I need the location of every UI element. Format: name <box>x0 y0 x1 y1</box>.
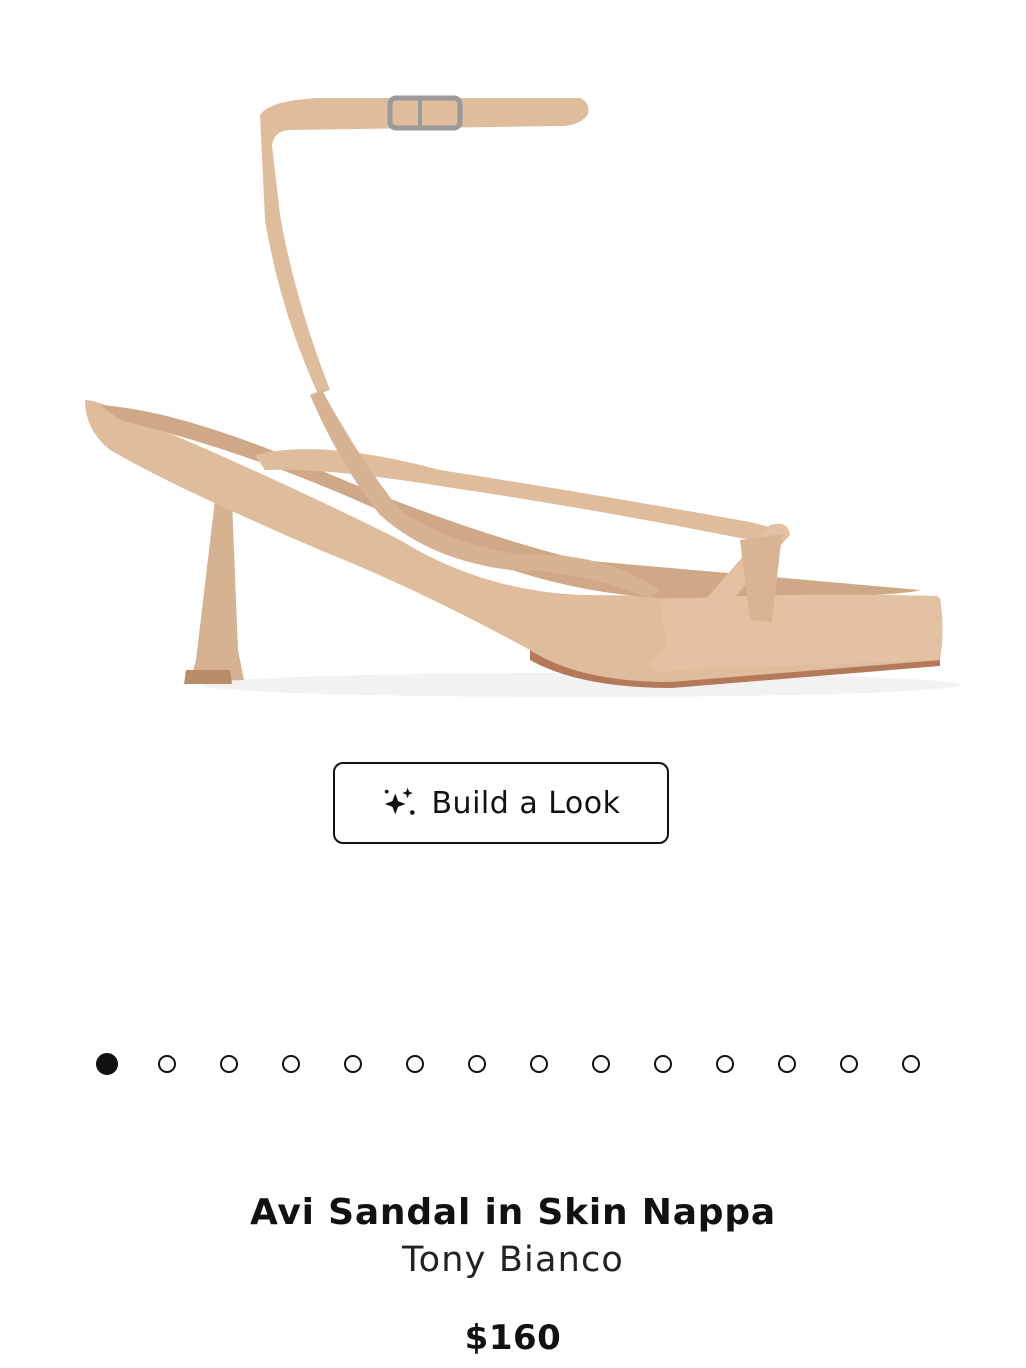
pagination-dot[interactable] <box>716 1055 734 1073</box>
pagination-dot[interactable] <box>158 1055 176 1073</box>
product-price: $160 <box>464 1318 562 1358</box>
sandal-heel-cap <box>184 670 232 684</box>
product-image[interactable] <box>60 70 960 720</box>
pagination-dot[interactable] <box>406 1055 424 1073</box>
pagination-dot[interactable] <box>530 1055 548 1073</box>
pagination-dot[interactable] <box>96 1053 118 1075</box>
sandal-heel <box>190 500 244 682</box>
product-brand[interactable]: Tony Bianco <box>0 1240 1026 1280</box>
gallery-pagination <box>96 1052 936 1076</box>
pagination-dot[interactable] <box>282 1055 300 1073</box>
build-a-look-button[interactable]: Build a Look <box>333 762 669 844</box>
pagination-dot[interactable] <box>840 1055 858 1073</box>
pagination-dot[interactable] <box>468 1055 486 1073</box>
sandal-ankle-strap <box>260 98 589 394</box>
build-a-look-label: Build a Look <box>431 785 621 821</box>
pagination-dot[interactable] <box>778 1055 796 1073</box>
pagination-dot[interactable] <box>344 1055 362 1073</box>
pagination-dot[interactable] <box>592 1055 610 1073</box>
pagination-dot[interactable] <box>902 1055 920 1073</box>
sparkles-icon <box>385 787 416 815</box>
product-title: Avi Sandal in Skin Nappa <box>249 1192 777 1233</box>
pagination-dot[interactable] <box>220 1055 238 1073</box>
pagination-dot[interactable] <box>654 1055 672 1073</box>
